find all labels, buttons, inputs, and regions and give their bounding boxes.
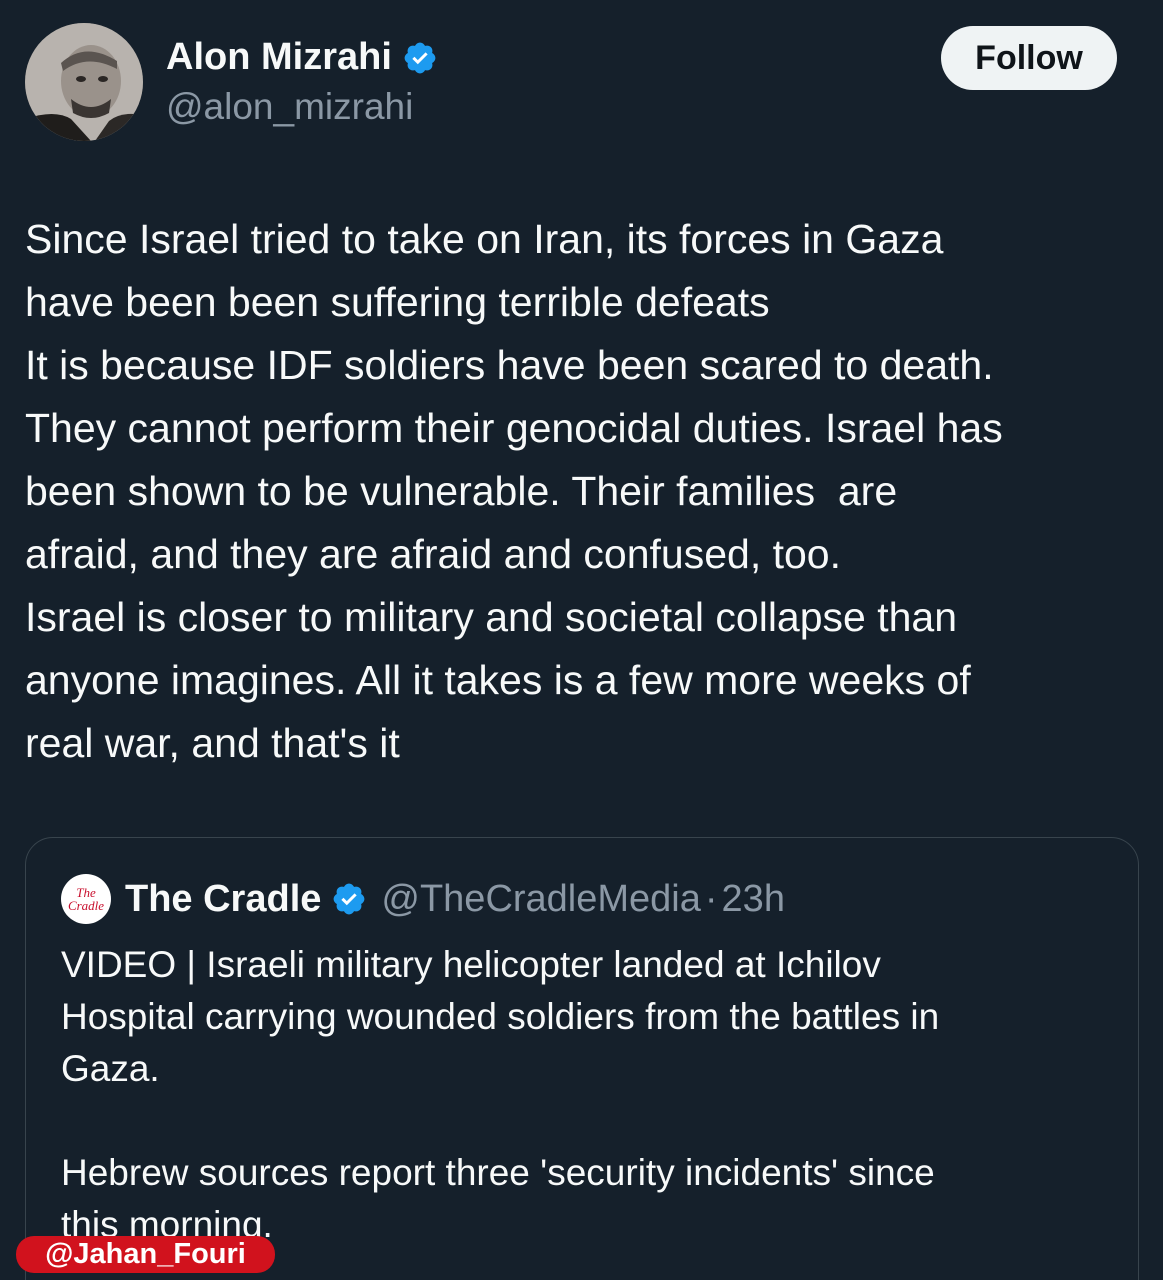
tweet-text-line: been shown to be vulnerable. Their famil… <box>25 468 898 514</box>
quoted-tweet-header: The Cradle The Cradle @TheCradleMedia · 2… <box>61 874 785 924</box>
quoted-author-handle[interactable]: @TheCradleMedia <box>381 878 701 921</box>
quoted-tweet-text: VIDEO | Israeli military helicopter land… <box>61 939 1111 1251</box>
tweet-text-line: afraid, and they are afraid and confused… <box>25 531 841 577</box>
author-handle[interactable]: @alon_mizrahi <box>166 86 413 128</box>
tweet-page: Alon Mizrahi @alon_mizrahi Follow Since … <box>0 0 1163 1280</box>
verified-badge-icon[interactable] <box>402 40 438 76</box>
author-name-text[interactable]: Alon Mizrahi <box>166 36 392 79</box>
tweet-text-line: have been been suffering terrible defeat… <box>25 279 770 325</box>
tweet-text-line: Since Israel tried to take on Iran, its … <box>25 216 944 262</box>
verified-badge-icon <box>331 881 367 917</box>
quoted-text-line <box>61 1095 1111 1147</box>
quoted-tweet-card[interactable]: The Cradle The Cradle @TheCradleMedia · 2… <box>25 837 1139 1280</box>
tweet-text: Since Israel tried to take on Iran, its … <box>25 208 1150 775</box>
separator-dot: · <box>704 877 718 920</box>
author-avatar[interactable] <box>25 23 143 141</box>
watermark-label: @Jahan_Fouri <box>16 1236 275 1273</box>
the-cradle-logo-icon[interactable]: The Cradle <box>61 874 111 924</box>
quoted-tweet-timestamp[interactable]: 23h <box>722 878 785 921</box>
tweet-text-line: anyone imagines. All it takes is a few m… <box>25 657 971 703</box>
quoted-text-line: Gaza. <box>61 1048 160 1089</box>
tweet-text-line: Israel is closer to military and societa… <box>25 594 958 640</box>
follow-button[interactable]: Follow <box>941 26 1117 90</box>
avatar-portrait-icon <box>25 23 143 141</box>
tweet-text-line: They cannot perform their genocidal duti… <box>25 405 1003 451</box>
tweet-text-line: It is because IDF soldiers have been sca… <box>25 342 994 388</box>
author-display-name[interactable]: Alon Mizrahi <box>166 36 438 79</box>
quoted-text-line: VIDEO | Israeli military helicopter land… <box>61 944 881 985</box>
tweet-text-line: real war, and that's it <box>25 720 400 766</box>
quoted-author-name[interactable]: The Cradle <box>125 878 321 921</box>
quoted-text-line: Hebrew sources report three 'security in… <box>61 1152 935 1193</box>
quoted-text-line: Hospital carrying wounded soldiers from … <box>61 996 940 1037</box>
